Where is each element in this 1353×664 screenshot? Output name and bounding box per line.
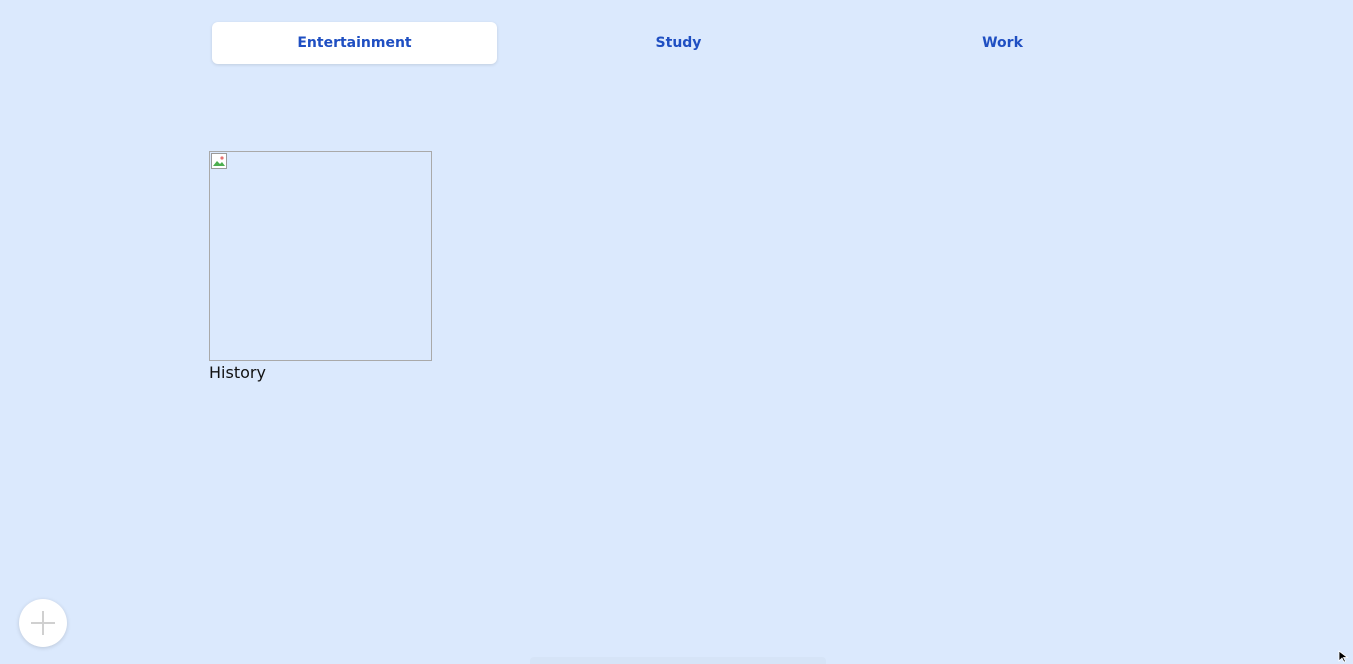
new-tab-page: Entertainment Study Work History bbox=[0, 0, 1353, 664]
tab-study[interactable]: Study bbox=[536, 22, 821, 64]
tab-work[interactable]: Work bbox=[860, 22, 1145, 64]
tab-entertainment[interactable]: Entertainment bbox=[212, 22, 497, 64]
category-tabs: Entertainment Study Work bbox=[212, 22, 1185, 64]
bottom-handle-bar bbox=[530, 657, 826, 664]
plus-icon bbox=[31, 611, 55, 635]
broken-image-icon bbox=[211, 153, 227, 169]
bookmark-thumbnail[interactable] bbox=[209, 151, 432, 361]
bookmark-tile-history[interactable]: History bbox=[209, 151, 432, 383]
cursor-icon bbox=[1338, 650, 1349, 663]
bookmark-label: History bbox=[209, 363, 266, 382]
add-bookmark-button[interactable] bbox=[19, 599, 67, 647]
